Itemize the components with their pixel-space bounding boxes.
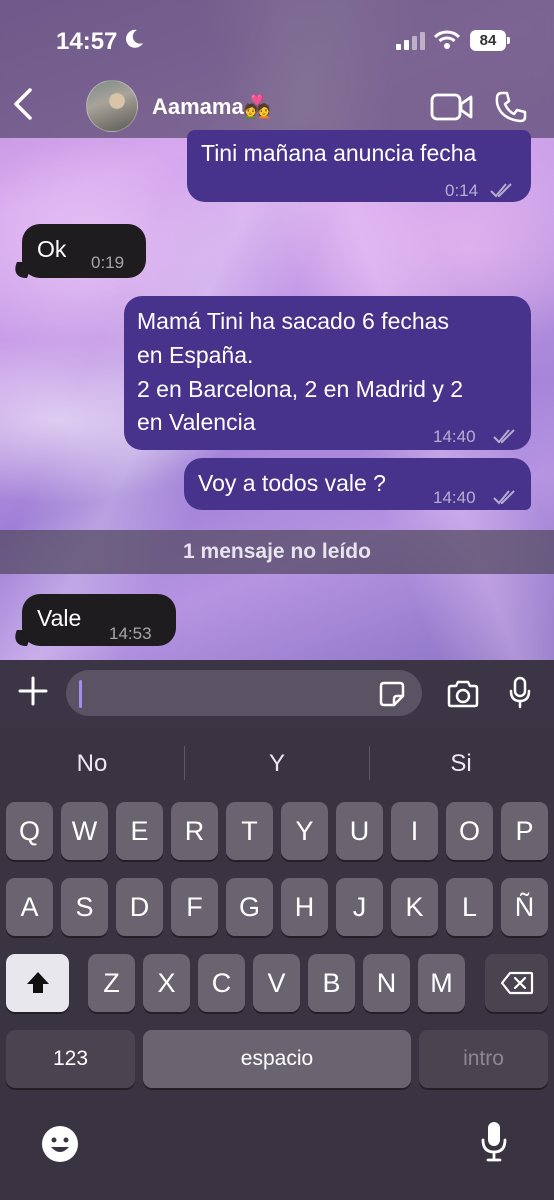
double-check-icon: [492, 483, 518, 513]
suggestion-bar: No Y Si: [0, 728, 554, 798]
double-check-icon: [492, 422, 518, 452]
key-u[interactable]: U: [336, 802, 383, 860]
suggestion-item[interactable]: Y: [217, 750, 337, 778]
key-h[interactable]: H: [281, 878, 328, 936]
unread-banner: 1 mensaje no leído: [0, 530, 554, 574]
suggestion-item[interactable]: No: [32, 750, 152, 778]
key-e[interactable]: E: [116, 802, 163, 860]
message-input[interactable]: [66, 670, 422, 716]
message-text: Ok: [37, 236, 67, 262]
message-text: Mamá Tini ha sacado 6 fechas: [137, 308, 449, 334]
key-y[interactable]: Y: [281, 802, 328, 860]
message-text: Tini mañana anuncia fecha: [201, 140, 477, 166]
key-enye[interactable]: Ñ: [501, 878, 548, 936]
keyboard: No Y Si Q W E R T Y U I O P A S D F G H …: [0, 728, 554, 1200]
incoming-message[interactable]: Vale 14:53: [22, 594, 176, 646]
composer-bar: [0, 660, 554, 728]
return-key[interactable]: intro: [419, 1030, 548, 1088]
phone-icon[interactable]: [494, 90, 528, 129]
text-caret: [79, 680, 82, 708]
message-time: 14:53: [109, 624, 152, 643]
message-text: en España.: [137, 342, 254, 368]
contact-name[interactable]: Aamama💑: [152, 94, 271, 120]
signal-icon: [396, 32, 426, 50]
message-time: 14:40: [433, 427, 476, 446]
key-b[interactable]: B: [308, 954, 355, 1012]
status-time: 14:57: [56, 28, 118, 55]
message-text: Vale: [37, 605, 82, 631]
key-l[interactable]: L: [446, 878, 493, 936]
key-s[interactable]: S: [61, 878, 108, 936]
key-q[interactable]: Q: [6, 802, 53, 860]
key-w[interactable]: W: [61, 802, 108, 860]
message-text: en Valencia: [137, 409, 256, 435]
suggestion-divider: [184, 746, 185, 780]
key-p[interactable]: P: [501, 802, 548, 860]
key-n[interactable]: N: [363, 954, 410, 1012]
video-call-icon[interactable]: [430, 92, 474, 127]
key-x[interactable]: X: [143, 954, 190, 1012]
space-key[interactable]: espacio: [143, 1030, 411, 1088]
moon-icon: [124, 28, 144, 56]
sticker-icon[interactable]: [378, 680, 406, 713]
shift-key[interactable]: [6, 954, 69, 1012]
key-a[interactable]: A: [6, 878, 53, 936]
key-i[interactable]: I: [391, 802, 438, 860]
key-t[interactable]: T: [226, 802, 273, 860]
top-bar: 14:57 84 Aamama💑: [0, 0, 554, 138]
camera-icon[interactable]: [446, 680, 480, 713]
backspace-key[interactable]: [485, 954, 548, 1012]
backspace-icon: [500, 971, 533, 995]
plus-icon[interactable]: [18, 676, 48, 711]
suggestion-item[interactable]: Si: [401, 750, 521, 778]
numbers-key[interactable]: 123: [6, 1030, 135, 1088]
battery-indicator: 84: [470, 30, 510, 51]
outgoing-message[interactable]: Mamá Tini ha sacado 6 fechas en España. …: [124, 296, 531, 450]
message-time: 14:40: [433, 488, 476, 507]
key-f[interactable]: F: [171, 878, 218, 936]
outgoing-message[interactable]: Tini mañana anuncia fecha 0:14: [187, 130, 531, 202]
message-text: Voy a todos vale ?: [198, 470, 386, 496]
status-bar: 14:57 84: [0, 0, 554, 80]
key-g[interactable]: G: [226, 878, 273, 936]
avatar[interactable]: [86, 80, 138, 132]
suggestion-divider: [369, 746, 370, 780]
key-c[interactable]: C: [198, 954, 245, 1012]
key-z[interactable]: Z: [88, 954, 135, 1012]
double-check-icon: [489, 176, 515, 206]
outgoing-message[interactable]: Voy a todos vale ? 14:40: [184, 458, 531, 510]
emoji-icon[interactable]: [40, 1124, 80, 1169]
key-j[interactable]: J: [336, 878, 383, 936]
back-icon[interactable]: [10, 86, 40, 126]
message-time: 0:14: [445, 181, 479, 200]
message-text: 2 en Barcelona, 2 en Madrid y 2: [137, 376, 464, 402]
key-k[interactable]: K: [391, 878, 438, 936]
dictation-icon[interactable]: [480, 1120, 508, 1169]
key-o[interactable]: O: [446, 802, 493, 860]
mic-icon[interactable]: [508, 676, 532, 715]
wifi-icon: [433, 30, 461, 55]
key-m[interactable]: M: [418, 954, 465, 1012]
key-r[interactable]: R: [171, 802, 218, 860]
key-v[interactable]: V: [253, 954, 300, 1012]
incoming-message[interactable]: Ok 0:19: [22, 224, 146, 278]
message-time: 0:19: [91, 253, 125, 272]
shift-icon: [26, 972, 49, 993]
key-d[interactable]: D: [116, 878, 163, 936]
